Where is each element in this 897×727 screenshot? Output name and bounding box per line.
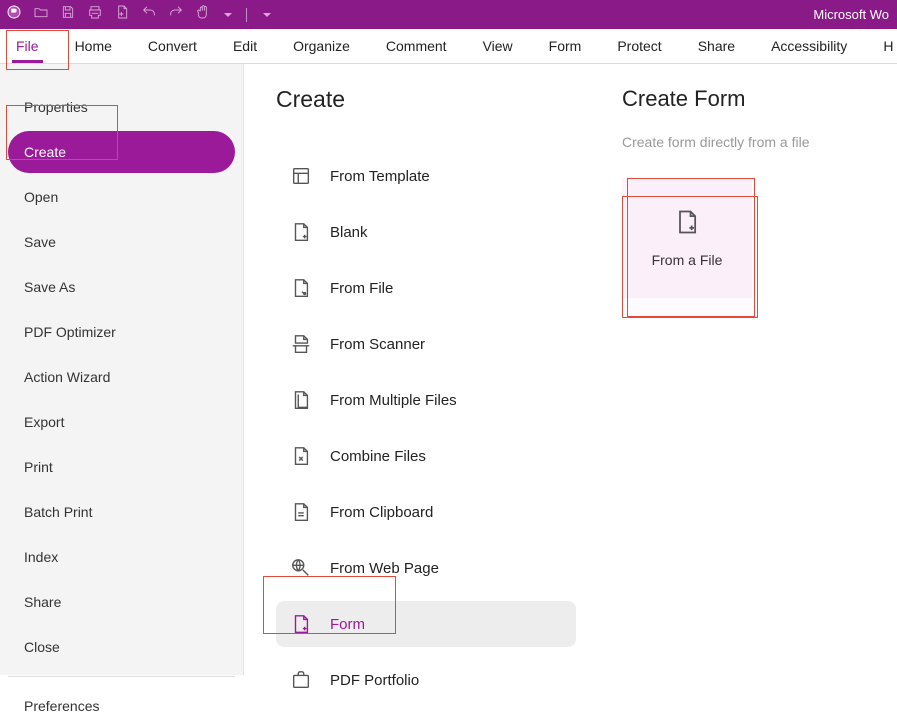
create-from-file[interactable]: From File — [276, 265, 576, 311]
create-combine[interactable]: Combine Files — [276, 433, 576, 479]
create-item-label: From Scanner — [330, 336, 425, 353]
tab-view[interactable]: View — [481, 30, 515, 62]
app-logo-icon[interactable] — [6, 4, 22, 25]
page-add-icon — [673, 208, 701, 236]
qat-more-icon[interactable] — [263, 13, 271, 17]
create-item-label: From Web Page — [330, 560, 439, 577]
main-area: Properties Create Open Save Save As PDF … — [0, 64, 897, 675]
tab-share[interactable]: Share — [696, 30, 737, 62]
template-icon — [290, 165, 312, 187]
create-from-scanner[interactable]: From Scanner — [276, 321, 576, 367]
tab-organize[interactable]: Organize — [291, 30, 352, 62]
sidebar-item-actionwizard[interactable]: Action Wizard — [8, 356, 235, 398]
center-panel: Create From Template Blank From File Fro… — [244, 64, 622, 675]
tab-file[interactable]: File — [14, 30, 41, 62]
form-icon — [290, 613, 312, 635]
sidebar-item-create[interactable]: Create — [8, 131, 235, 173]
create-options-list: From Template Blank From File From Scann… — [276, 153, 622, 703]
tab-comment[interactable]: Comment — [384, 30, 449, 62]
sidebar-item-batchprint[interactable]: Batch Print — [8, 491, 235, 533]
create-from-web[interactable]: From Web Page — [276, 545, 576, 591]
divider — [246, 8, 247, 22]
from-file-icon — [290, 277, 312, 299]
sidebar-item-save[interactable]: Save — [8, 221, 235, 263]
sidebar-item-close[interactable]: Close — [8, 626, 235, 668]
print-icon[interactable] — [87, 4, 103, 25]
right-panel-title: Create Form — [622, 86, 881, 112]
redo-icon[interactable] — [168, 4, 184, 25]
right-panel-subtitle: Create form directly from a file — [622, 134, 881, 150]
multiple-files-icon — [290, 389, 312, 411]
tab-edit[interactable]: Edit — [231, 30, 259, 62]
file-sidebar: Properties Create Open Save Save As PDF … — [0, 64, 244, 675]
undo-icon[interactable] — [141, 4, 157, 25]
titlebar: Microsoft Wo — [0, 0, 897, 29]
hand-icon[interactable] — [195, 4, 211, 25]
from-file-button[interactable]: From a File — [622, 178, 752, 298]
tab-more[interactable]: H — [881, 30, 895, 62]
create-portfolio[interactable]: PDF Portfolio — [276, 657, 576, 703]
portfolio-icon — [290, 669, 312, 691]
create-item-label: From File — [330, 280, 393, 297]
tab-form[interactable]: Form — [547, 30, 584, 62]
create-item-label: From Multiple Files — [330, 392, 457, 409]
ribbon-tabs: File Home Convert Edit Organize Comment … — [0, 29, 897, 64]
page-add-icon[interactable] — [114, 4, 130, 25]
sidebar-item-print[interactable]: Print — [8, 446, 235, 488]
sidebar-item-preferences[interactable]: Preferences — [8, 685, 235, 727]
create-item-label: Combine Files — [330, 448, 426, 465]
create-blank[interactable]: Blank — [276, 209, 576, 255]
quick-access-toolbar — [6, 4, 271, 25]
sidebar-item-open[interactable]: Open — [8, 176, 235, 218]
web-icon — [290, 557, 312, 579]
qat-dropdown-icon[interactable] — [224, 13, 232, 17]
create-from-clipboard[interactable]: From Clipboard — [276, 489, 576, 535]
sidebar-item-export[interactable]: Export — [8, 401, 235, 443]
from-file-label: From a File — [652, 252, 723, 268]
center-title: Create — [276, 86, 622, 113]
sidebar-separator — [8, 676, 235, 677]
create-item-label: Form — [330, 616, 365, 633]
create-item-label: From Template — [330, 168, 430, 185]
save-icon[interactable] — [60, 4, 76, 25]
tab-home[interactable]: Home — [73, 30, 114, 62]
create-item-label: From Clipboard — [330, 504, 433, 521]
create-item-label: PDF Portfolio — [330, 672, 419, 689]
sidebar-item-share[interactable]: Share — [8, 581, 235, 623]
tab-protect[interactable]: Protect — [615, 30, 663, 62]
combine-icon — [290, 445, 312, 467]
clipboard-icon — [290, 501, 312, 523]
blank-page-icon — [290, 221, 312, 243]
create-from-template[interactable]: From Template — [276, 153, 576, 199]
scanner-icon — [290, 333, 312, 355]
create-from-multiple[interactable]: From Multiple Files — [276, 377, 576, 423]
create-form[interactable]: Form — [276, 601, 576, 647]
right-panel: Create Form Create form directly from a … — [622, 64, 897, 675]
sidebar-item-index[interactable]: Index — [8, 536, 235, 578]
sidebar-item-saveas[interactable]: Save As — [8, 266, 235, 308]
create-item-label: Blank — [330, 224, 368, 241]
open-icon[interactable] — [33, 4, 49, 25]
sidebar-item-pdfoptimizer[interactable]: PDF Optimizer — [8, 311, 235, 353]
tab-convert[interactable]: Convert — [146, 30, 199, 62]
window-title: Microsoft Wo — [813, 7, 889, 22]
sidebar-item-properties[interactable]: Properties — [8, 86, 235, 128]
tab-accessibility[interactable]: Accessibility — [769, 30, 849, 62]
